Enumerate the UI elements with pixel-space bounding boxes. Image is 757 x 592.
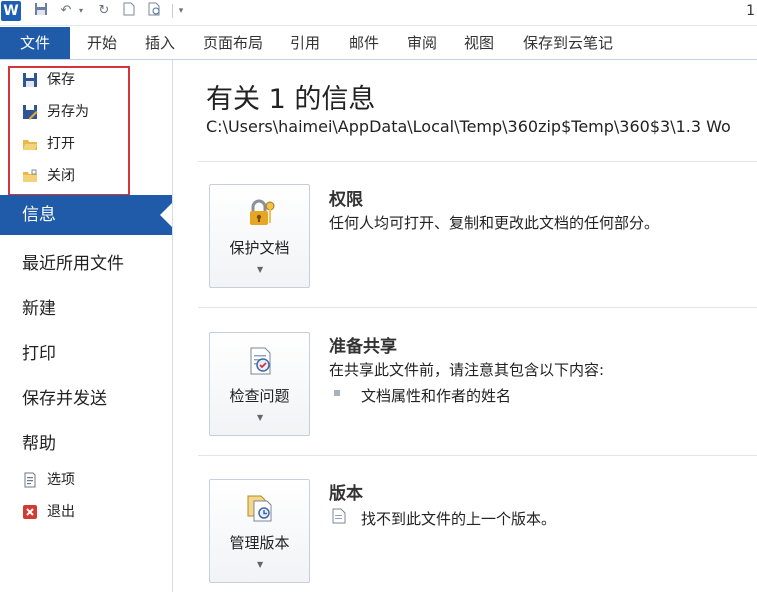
check-for-issues-label: 检查问题 <box>229 387 290 405</box>
bullet-document-properties: 文档属性和作者的姓名 <box>361 387 512 405</box>
bullet-marker <box>334 390 340 396</box>
options-command[interactable]: 选项 <box>22 468 75 492</box>
save-icon[interactable] <box>32 2 50 20</box>
manage-versions-label: 管理版本 <box>229 534 290 552</box>
tab-insert[interactable]: 插入 <box>145 27 175 59</box>
word-logo-icon[interactable]: W <box>1 1 21 21</box>
tab-references[interactable]: 引用 <box>290 27 320 59</box>
manage-versions-icon <box>244 492 276 524</box>
tab-save-to-cloud-notes[interactable]: 保存到云笔记 <box>523 27 613 59</box>
undo-icon[interactable]: ↶ <box>57 2 75 20</box>
versions-heading: 版本 <box>329 484 363 504</box>
section-divider <box>198 161 757 162</box>
chevron-down-icon: ▼ <box>257 560 264 569</box>
redo-icon[interactable]: ↻ <box>95 2 113 20</box>
section-divider <box>198 455 757 456</box>
nav-tab-print[interactable]: 打印 <box>22 339 56 364</box>
document-title: 1 <box>746 3 755 19</box>
tab-view[interactable]: 视图 <box>464 27 494 59</box>
highlight-box <box>8 66 130 196</box>
check-for-issues-button[interactable]: 检查问题 ▼ <box>209 332 310 436</box>
undo-dropdown-icon[interactable]: ▾ <box>76 2 86 20</box>
protect-document-button[interactable]: 保护文档 ▼ <box>209 184 310 288</box>
document-path: C:\Users\haimei\AppData\Local\Temp\360zi… <box>206 117 731 136</box>
tab-file[interactable]: 文件 <box>0 27 70 59</box>
lock-key-icon <box>244 197 276 229</box>
customize-qat-icon[interactable]: ▾ <box>176 2 186 20</box>
nav-tab-recent[interactable]: 最近所用文件 <box>22 249 124 274</box>
info-tab-arrow <box>160 203 172 227</box>
nav-tab-help[interactable]: 帮助 <box>22 429 56 454</box>
versions-description: 找不到此文件的上一个版本。 <box>361 510 557 528</box>
exit-icon <box>22 504 38 520</box>
tab-page-layout[interactable]: 页面布局 <box>203 27 263 59</box>
inspect-document-icon <box>244 345 276 377</box>
document-version-icon <box>332 508 346 524</box>
exit-command[interactable]: 退出 <box>22 500 75 524</box>
page-title: 有关 1 的信息 <box>206 84 376 115</box>
new-document-icon[interactable] <box>120 2 138 20</box>
nav-tab-save-and-send[interactable]: 保存并发送 <box>22 384 107 409</box>
protect-document-label: 保护文档 <box>229 239 290 257</box>
nav-tab-new[interactable]: 新建 <box>22 294 56 319</box>
prepare-sharing-heading: 准备共享 <box>329 337 397 357</box>
tab-home[interactable]: 开始 <box>87 27 117 59</box>
exit-command-label: 退出 <box>47 504 75 520</box>
tab-mailings[interactable]: 邮件 <box>349 27 379 59</box>
tab-review[interactable]: 审阅 <box>407 27 437 59</box>
chevron-down-icon: ▼ <box>257 265 264 274</box>
section-divider <box>198 307 757 308</box>
manage-versions-button[interactable]: 管理版本 ▼ <box>209 479 310 583</box>
qat-separator <box>172 4 173 18</box>
permissions-description: 任何人均可打开、复制和更改此文档的任何部分。 <box>329 214 660 232</box>
options-icon <box>22 472 38 488</box>
title-bar <box>0 0 757 26</box>
print-preview-icon[interactable] <box>146 2 164 20</box>
permissions-heading: 权限 <box>329 190 363 210</box>
chevron-down-icon: ▼ <box>257 413 264 422</box>
options-command-label: 选项 <box>47 472 75 488</box>
nav-tab-info[interactable]: 信息 <box>0 195 160 235</box>
prepare-sharing-description: 在共享此文件前，请注意其包含以下内容: <box>329 361 605 379</box>
